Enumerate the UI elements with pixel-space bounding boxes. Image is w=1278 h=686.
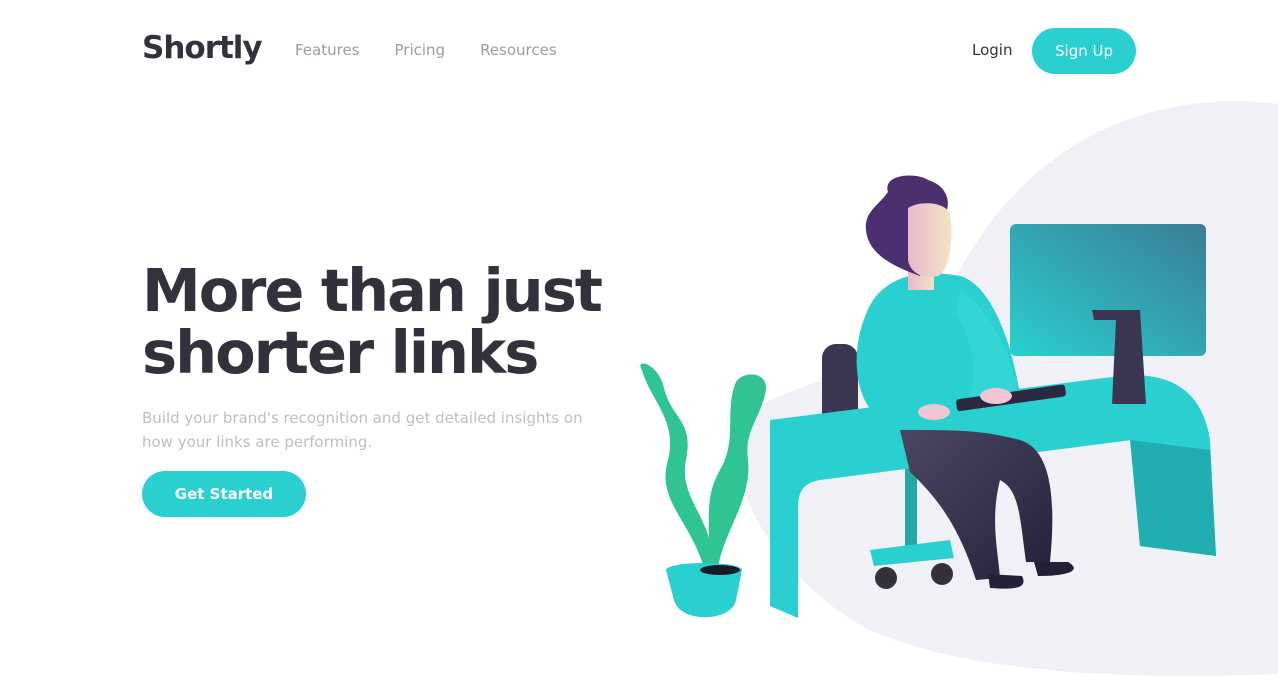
- person-hand-right: [980, 388, 1012, 404]
- monitor-screen: [1010, 224, 1206, 356]
- person-shoe-left: [988, 574, 1024, 589]
- hero-title: More than just shorter links: [142, 256, 603, 387]
- login-link[interactable]: Login: [972, 41, 1012, 59]
- nav-links: Features Pricing Resources: [295, 41, 557, 59]
- chair-wheel-right: [931, 563, 953, 585]
- nav-link-resources[interactable]: Resources: [480, 41, 557, 59]
- get-started-button[interactable]: Get Started: [142, 471, 306, 517]
- desk-leg-shadow: [1130, 440, 1216, 556]
- plant-pot: [666, 570, 742, 618]
- nav-link-pricing[interactable]: Pricing: [395, 41, 446, 59]
- working-illustration: [640, 100, 1278, 677]
- plant-pot-hole: [700, 565, 740, 575]
- top-navigation: Shortly Features Pricing Resources Login…: [0, 0, 1278, 100]
- plant-leaf-left: [640, 363, 713, 568]
- person-face: [908, 203, 952, 278]
- signup-button[interactable]: Sign Up: [1032, 28, 1136, 74]
- person-hand-left: [918, 404, 950, 420]
- nav-link-features[interactable]: Features: [295, 41, 360, 59]
- chair-wheel-left: [875, 567, 897, 589]
- hero-subtitle: Build your brand's recognition and get d…: [142, 409, 583, 451]
- shortly-logo[interactable]: Shortly: [142, 30, 263, 66]
